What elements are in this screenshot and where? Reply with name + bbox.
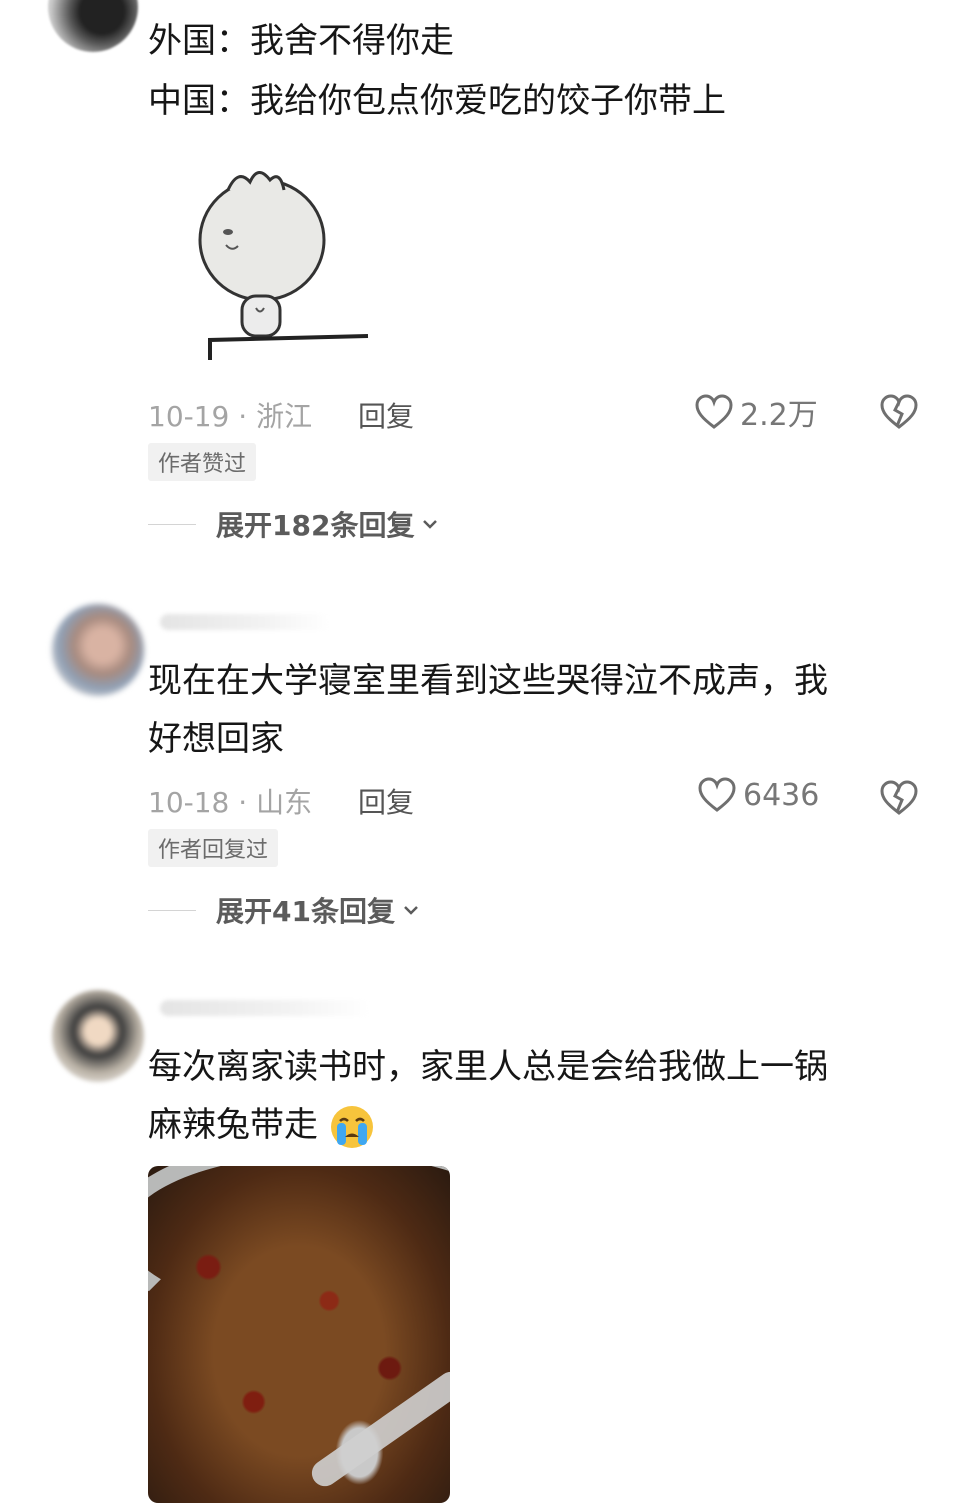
pot-rim (148, 1166, 450, 1332)
chevron-down-icon (404, 906, 418, 915)
comment-date: 10-18 (148, 786, 230, 819)
divider-line (148, 523, 196, 525)
broken-heart-icon[interactable] (878, 392, 920, 432)
heart-outline-icon (698, 777, 736, 812)
comment-text-line: 现在在大学寝室里看到这些哭得泣不成声，我 (148, 661, 828, 701)
reply-button[interactable]: 回复 (358, 781, 414, 821)
comment-meta: 10-19 · 浙江 (148, 400, 313, 433)
avatar[interactable] (48, 0, 138, 52)
like-count: 2.2万 (740, 398, 818, 433)
like-button[interactable]: 2.2万 (694, 390, 818, 434)
avatar[interactable] (52, 990, 144, 1082)
comment-location: 山东 (256, 786, 313, 819)
broken-heart-icon[interactable] (878, 778, 920, 818)
author-badge: 作者回复过 (148, 829, 279, 867)
username-blurred[interactable] (160, 1000, 370, 1016)
comment-text-line: 中国：我给你包点你爱吃的饺子你带上 (148, 81, 726, 121)
crying-face-emoji (330, 1105, 373, 1148)
chevron-down-icon (423, 520, 438, 529)
like-count: 6436 (743, 777, 820, 813)
sticker-image (198, 171, 369, 360)
comment-location: 浙江 (256, 400, 313, 433)
comment-text-line: 每次离家读书时，家里人总是会给我做上一锅 (148, 1047, 828, 1087)
comment-text-line: 外国：我舍不得你走 (148, 21, 454, 61)
like-button[interactable]: 6436 (697, 776, 819, 814)
comment-date: 10-19 (148, 400, 230, 433)
ladle (306, 1366, 450, 1492)
author-badge: 作者赞过 (148, 443, 257, 481)
divider-line (148, 909, 196, 911)
comment-text-line-with-emoji: 麻辣兔带走 (148, 1096, 375, 1154)
expand-replies-button[interactable]: 展开182条回复 (148, 504, 438, 544)
expand-replies-button[interactable]: 展开41条回复 (148, 890, 419, 930)
comment-meta: 10-18 · 山东 (148, 786, 313, 819)
expand-replies-label: 展开41条回复 (216, 895, 395, 928)
expand-replies-label: 展开182条回复 (216, 509, 415, 542)
comment-text-line: 好想回家 (148, 719, 284, 759)
heart-outline-icon (695, 394, 733, 429)
username-blurred[interactable] (160, 614, 330, 630)
reply-button[interactable]: 回复 (358, 395, 414, 435)
avatar[interactable] (52, 604, 144, 696)
comment-text: 麻辣兔带走 (148, 1105, 318, 1145)
comment-photo[interactable] (148, 1166, 450, 1503)
